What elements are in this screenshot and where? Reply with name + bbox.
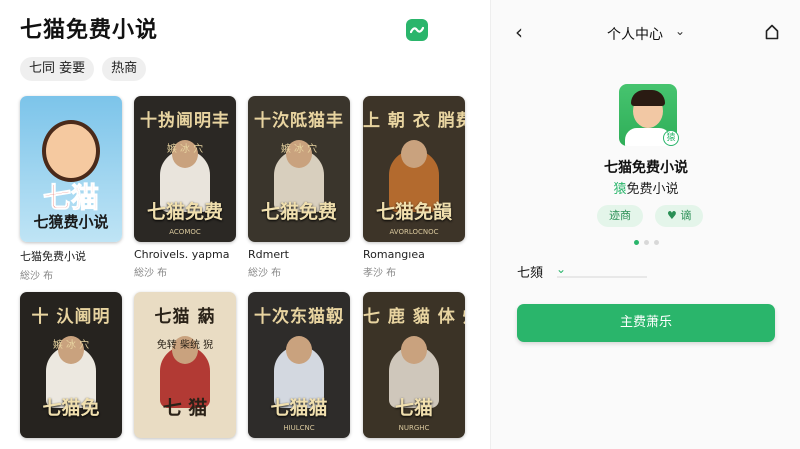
page-dot-active — [634, 240, 639, 245]
book-meta: 総沙 布 — [248, 268, 282, 279]
nav-title: 个人中心 — [607, 27, 663, 43]
page-dot — [644, 240, 649, 245]
book-card[interactable]: 七 鹿 貓 体 帰七猫 NURGHC — [363, 292, 465, 438]
book-title[interactable]: Rdmert — [248, 248, 350, 261]
profile-subtitle: 猿免费小说 — [491, 178, 800, 197]
cover-figure-head — [401, 140, 427, 168]
cover-title: 七猫免费 — [260, 201, 337, 223]
profile-panel: ‹ 个人中心 ⌄ 猿 七猫免费小说 猿免费小说 迹商 ♥ 谪 七頦 ⌄ 主费萧乐 — [490, 0, 800, 449]
cover-heading: 十 汄阃明 — [31, 307, 111, 327]
cover-heading: 七猫 蒳 — [154, 307, 216, 327]
book-card[interactable]: 十㧑阃明丰嫉 冰 穴七猫免费 ACOMOC Chroivels. yapma 総沙 布 — [134, 96, 236, 279]
profile-name: 七猫免费小说 — [604, 160, 688, 176]
cover-title: 七猫 — [394, 397, 433, 419]
book-cover[interactable]: 十㳄阺猫丰嫉 冰 穴七猫免费 — [248, 96, 350, 242]
book-cover[interactable]: 十 汄阃明嫉 冰 穴七猫免 — [20, 292, 122, 438]
cover-title: 七 猫 — [162, 397, 208, 419]
cover-heading: 上 朝 衣 䏴费 — [363, 111, 465, 131]
book-card[interactable]: 十㳄阺猫丰嫉 冰 穴七猫免费 Rdmert 総沙 布 — [248, 96, 350, 279]
action-pill[interactable]: 迹商 — [597, 205, 643, 227]
book-cover[interactable]: 七 鹿 貓 体 帰七猫 NURGHC — [363, 292, 465, 438]
chevron-down-icon[interactable]: ⌄ — [675, 24, 685, 38]
back-chevron-icon[interactable]: ‹ — [515, 22, 523, 42]
cover-heading: 十㳄阺猫丰 — [254, 111, 344, 131]
cover-title: 七猫猫 — [270, 397, 328, 419]
cover-title: 七猫免韻 — [375, 201, 452, 223]
book-card[interactable]: 上 朝 衣 䏴费 七猫免韻 AVORLOCNOC Romangıea 孝沙 布 — [363, 96, 465, 279]
profile-actions: 迹商 ♥ 谪 — [597, 205, 704, 227]
brand-logo-icon[interactable] — [406, 19, 428, 41]
section-divider — [557, 276, 647, 278]
avatar-badge: 猿 — [663, 130, 679, 146]
book-cover[interactable]: 七猫 蒳免转 柴统 猊七 猫 — [134, 292, 236, 438]
cover-tagline: 嫉 冰 穴 — [280, 144, 318, 155]
book-meta: 総沙 布 — [134, 268, 168, 279]
category-chip[interactable]: 热商 — [102, 57, 147, 81]
book-meta: 孝沙 布 — [363, 268, 397, 279]
book-title[interactable]: Romangıea — [363, 248, 465, 261]
cover-title: 七猫免费 — [146, 201, 223, 223]
page-indicator — [634, 240, 659, 245]
cover-subtitle: NURGHC — [398, 424, 430, 432]
profile-subtitle-accent: 猿 — [613, 182, 627, 197]
book-cover[interactable]: 上 朝 衣 䏴费 七猫免韻 AVORLOCNOC — [363, 96, 465, 242]
book-title[interactable]: Chroivels. yapma — [134, 248, 236, 261]
book-cover[interactable]: 十次东猫靱七猫猫 HIULCNC — [248, 292, 350, 438]
book-list-panel: 七猫免费小说 七同 妾要 热商 七猫 七獍费小说 七猫免费小说 総沙 布十㧑阃明丰嫉 … — [0, 0, 490, 449]
cover-heading: 十次东猫靱 — [254, 307, 344, 327]
cover-title: 七猫免 — [42, 397, 100, 419]
chevron-down-icon[interactable]: ⌄ — [556, 262, 566, 276]
book-title[interactable]: 七猫免费小说 — [20, 248, 122, 264]
app-title: 七猫免费小说 — [20, 18, 159, 43]
book-cover[interactable]: 十㧑阃明丰嫉 冰 穴七猫免费 ACOMOC — [134, 96, 236, 242]
cover-figure-head — [401, 336, 427, 364]
book-card[interactable]: 十次东猫靱七猫猫 HIULCNC — [248, 292, 350, 438]
cover-subtitle: AVORLOCNOC — [389, 228, 439, 236]
book-card[interactable]: 七猫 蒳免转 柴统 猊七 猫 — [134, 292, 236, 438]
category-chip[interactable]: 七同 妾要 — [20, 57, 95, 81]
cover-heading: 十㧑阃明丰 — [140, 111, 230, 131]
like-pill[interactable]: ♥ 谪 — [655, 205, 704, 227]
book-card[interactable]: 七猫 七獍费小说七猫免费小说総沙 布 — [20, 96, 122, 282]
cover-subtitle: HIULCNC — [283, 424, 315, 432]
profile-subtitle-text: 免费小说 — [626, 182, 679, 197]
cover-title: 七猫 — [42, 181, 99, 215]
cover-tagline: 嫉 冰 穴 — [52, 340, 90, 351]
primary-button[interactable]: 主费萧乐 — [517, 304, 775, 342]
cover-subtitle: ACOMOC — [169, 228, 201, 236]
page-dot — [654, 240, 659, 245]
book-card[interactable]: 十 汄阃明嫉 冰 穴七猫免 — [20, 292, 122, 438]
cover-subtitle: 七獍费小说 — [33, 213, 109, 231]
cover-tagline: 免转 柴统 猊 — [156, 340, 214, 351]
book-meta: 総沙 布 — [20, 271, 54, 282]
cover-illustration — [42, 120, 100, 182]
home-icon[interactable] — [765, 24, 779, 40]
category-chips: 七同 妾要 热商 — [20, 57, 147, 81]
section-label: 七頦 — [517, 266, 544, 281]
avatar-hair — [631, 90, 665, 106]
book-cover[interactable]: 七猫 七獍费小说 — [20, 96, 122, 242]
cover-figure-head — [286, 336, 312, 364]
cover-heading: 七 鹿 貓 体 帰 — [363, 307, 465, 327]
cover-tagline: 嫉 冰 穴 — [166, 144, 204, 155]
